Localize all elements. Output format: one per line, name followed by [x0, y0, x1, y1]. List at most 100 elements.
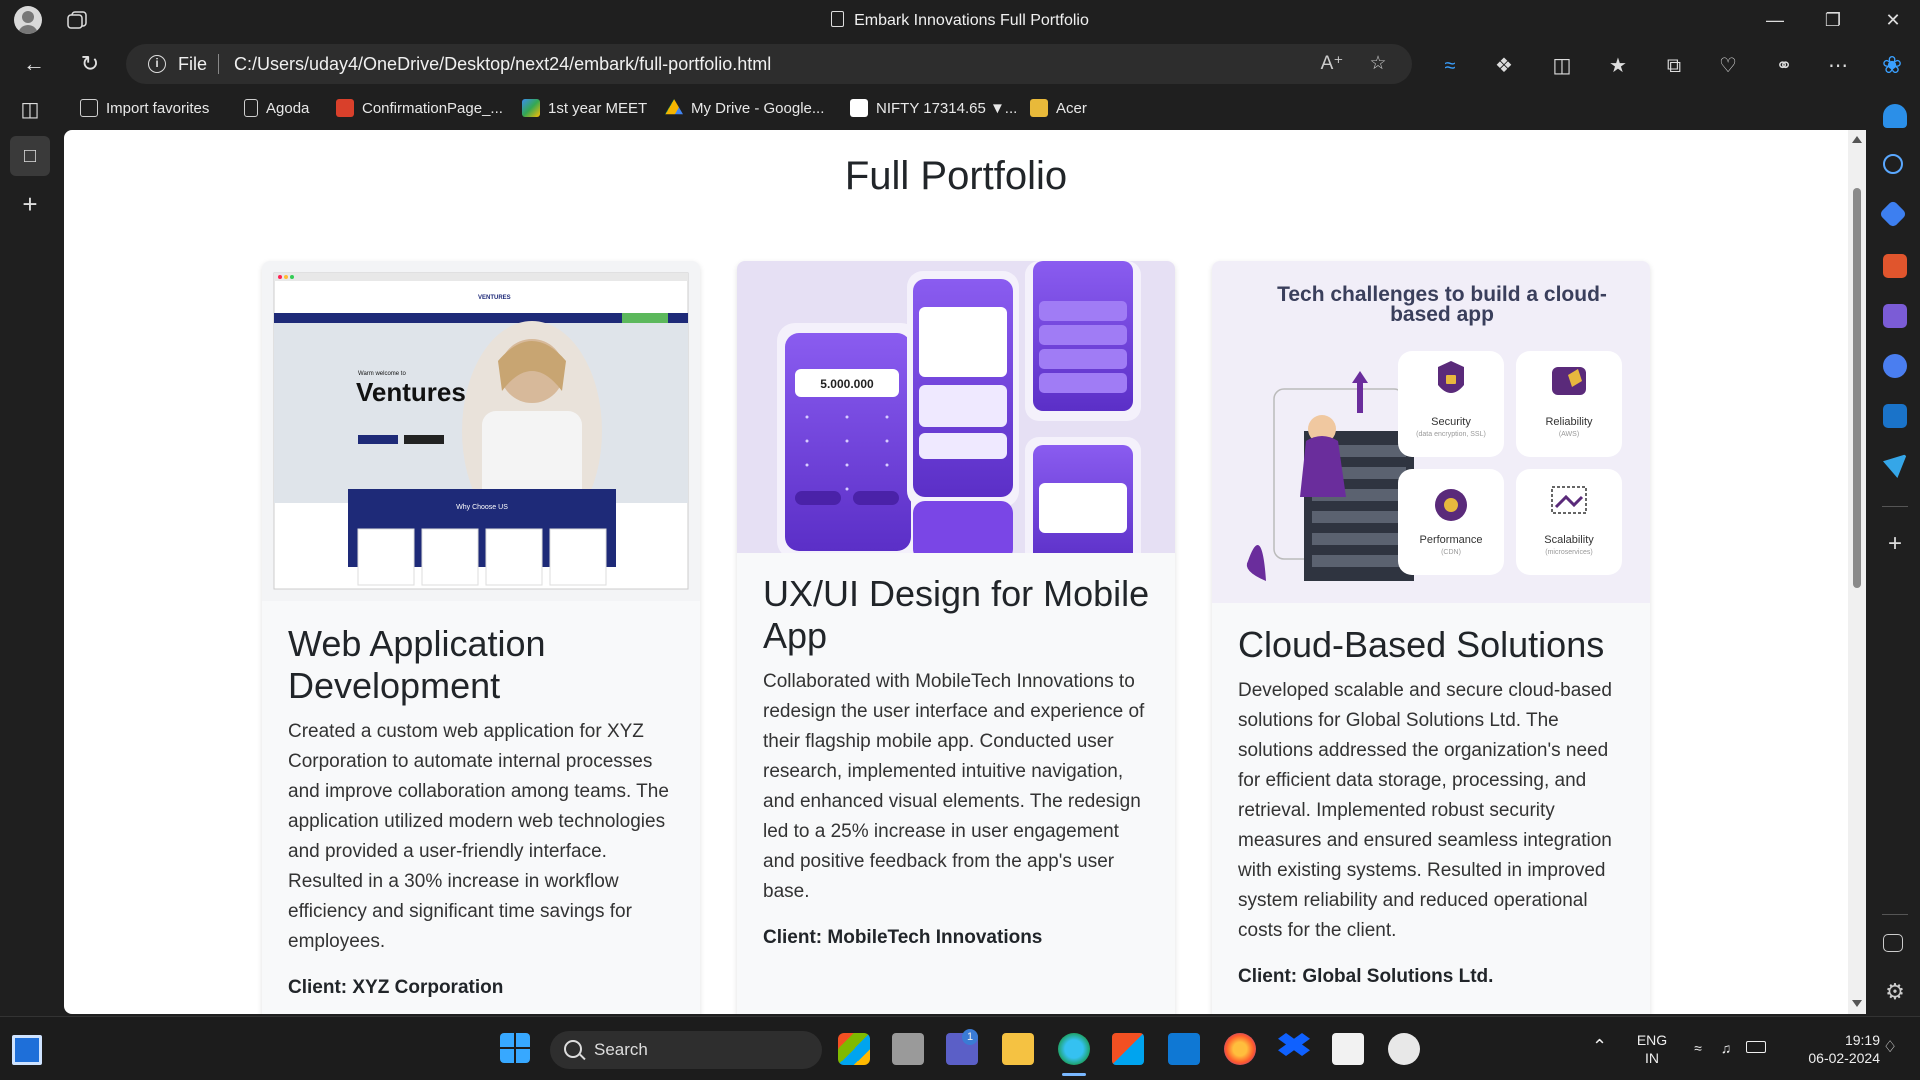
- window-title-text: Embark Innovations Full Portfolio: [854, 12, 1089, 29]
- amazon-icon[interactable]: [1332, 1033, 1364, 1065]
- image-section-text: Why Choose US: [456, 504, 508, 511]
- tab-actions-icon[interactable]: ◫: [18, 98, 42, 122]
- maximize-button[interactable]: ❐: [1810, 6, 1856, 34]
- widgets-icon[interactable]: [12, 1035, 42, 1065]
- taskbar-search-box[interactable]: Search: [550, 1031, 822, 1069]
- favorite-import[interactable]: Import favorites: [80, 97, 209, 119]
- clock-time: 19:19: [1844, 1032, 1880, 1048]
- tile-security-label: Security: [1431, 416, 1471, 428]
- send-icon[interactable]: [1883, 454, 1907, 478]
- notification-bell-icon[interactable]: ♢: [1880, 1039, 1900, 1057]
- portfolio-card-uxui: 5.000.000 UX/UI Design for Mobile App Co…: [737, 261, 1175, 1014]
- favorites-bar: Import favorites Agoda ConfirmationPage_…: [60, 88, 1880, 128]
- sidebar-toggle-icon[interactable]: [1883, 934, 1903, 952]
- cloud-challenges-image: Tech challenges to build a cloud-based a…: [1212, 261, 1650, 603]
- search-icon: [564, 1040, 582, 1058]
- card-title: UX/UI Design for Mobile App: [763, 573, 1150, 656]
- show-hidden-icons-chevron-icon[interactable]: ⌃: [1592, 1037, 1607, 1055]
- copilot-preview-icon[interactable]: [838, 1033, 870, 1065]
- search-icon[interactable]: [1883, 154, 1903, 174]
- favorite-label: 1st year MEET: [548, 99, 648, 117]
- clock[interactable]: 19:19 06-02-2024: [1770, 1031, 1880, 1067]
- favorite-drive[interactable]: My Drive - Google...: [665, 97, 824, 119]
- notifications-icon[interactable]: [1883, 104, 1907, 128]
- image-headline-text: Ventures: [356, 377, 466, 407]
- share-icon[interactable]: ⚭: [1770, 52, 1798, 80]
- search-label: Search: [594, 1040, 648, 1059]
- microsoft-store-icon[interactable]: [1112, 1033, 1144, 1065]
- split-screen-icon[interactable]: ◫: [1548, 52, 1576, 80]
- page-viewport: Full Portfolio VENTURES Warm welcome to …: [64, 130, 1866, 1014]
- navigation-bar: ← ↻ i File C:/Users/uday4/OneDrive/Deskt…: [0, 40, 1920, 88]
- url-text[interactable]: C:/Users/uday4/OneDrive/Desktop/next24/e…: [234, 54, 771, 75]
- tools-icon[interactable]: [1883, 254, 1907, 278]
- more-menu-icon[interactable]: ⋯: [1824, 52, 1852, 80]
- sidebar-divider: [1882, 506, 1908, 507]
- favorite-label: Acer: [1056, 99, 1087, 117]
- card-description: Collaborated with MobileTech Innovations…: [763, 671, 1145, 902]
- favorite-agoda[interactable]: Agoda: [244, 97, 309, 119]
- volume-icon[interactable]: ♫: [1716, 1039, 1736, 1057]
- copilot-sidebar-icon[interactable]: [1883, 354, 1907, 378]
- windows-taskbar: Search 1 ⌃ ENG IN ≈ ♫ 19:19 06-02-2024 ♢: [0, 1016, 1920, 1080]
- favorite-acer[interactable]: Acer: [1030, 97, 1087, 119]
- edge-icon[interactable]: [1058, 1033, 1090, 1065]
- clock-date: 06-02-2024: [1808, 1050, 1880, 1066]
- wifi-icon[interactable]: ≈: [1688, 1039, 1708, 1057]
- title-bar: Embark Innovations Full Portfolio — ❐ ✕: [0, 0, 1920, 40]
- scroll-up-arrow-icon[interactable]: [1852, 136, 1862, 143]
- read-aloud-icon[interactable]: A⁺: [1320, 52, 1344, 76]
- scroll-down-arrow-icon[interactable]: [1852, 1000, 1862, 1007]
- shopping-tag-icon[interactable]: [1878, 199, 1908, 229]
- new-tab-icon[interactable]: +: [18, 191, 42, 217]
- info-icon[interactable]: i: [148, 55, 166, 73]
- games-icon[interactable]: [1883, 304, 1907, 328]
- favorites-icon[interactable]: ★: [1604, 52, 1632, 80]
- firefox-icon[interactable]: [1224, 1033, 1256, 1065]
- page-scrollbar[interactable]: [1848, 130, 1866, 1014]
- image-brand-text: VENTURES: [478, 295, 511, 301]
- window-title: Embark Innovations Full Portfolio: [0, 11, 1920, 30]
- favorite-meet[interactable]: 1st year MEET: [522, 97, 647, 119]
- favorite-star-icon[interactable]: ☆: [1366, 52, 1390, 76]
- minimize-button[interactable]: —: [1752, 6, 1798, 34]
- dropbox-icon[interactable]: [1278, 1033, 1310, 1057]
- favorite-label: My Drive - Google...: [691, 99, 825, 117]
- region-text: IN: [1645, 1050, 1659, 1066]
- favorite-label: Import favorites: [106, 99, 210, 117]
- task-view-icon[interactable]: [892, 1033, 924, 1065]
- start-windows-icon[interactable]: [500, 1033, 530, 1063]
- refresh-icon[interactable]: ↻: [72, 48, 108, 80]
- tradingview-icon: [850, 99, 868, 117]
- language-indicator[interactable]: ENG IN: [1630, 1031, 1674, 1067]
- image-amount-text: 5.000.000: [820, 377, 874, 391]
- address-bar[interactable]: i File C:/Users/uday4/OneDrive/Desktop/n…: [126, 44, 1412, 84]
- favorite-confirmation[interactable]: ConfirmationPage_...: [336, 97, 503, 119]
- settings-gear-icon[interactable]: ⚙: [1883, 980, 1907, 1004]
- mail-icon[interactable]: [1168, 1033, 1200, 1065]
- outlook-icon[interactable]: [1883, 404, 1907, 428]
- extension-icon[interactable]: ≈: [1436, 52, 1464, 80]
- browser-essentials-icon[interactable]: ♡: [1714, 52, 1742, 80]
- collections-icon[interactable]: ⧉: [1660, 52, 1688, 80]
- card-title: Cloud-Based Solutions: [1238, 624, 1605, 665]
- image-headline-text: Tech challenges to build a cloud-based a…: [1277, 285, 1607, 326]
- close-button[interactable]: ✕: [1870, 6, 1916, 34]
- folder-icon: [1030, 99, 1048, 117]
- battery-icon[interactable]: [1746, 1041, 1766, 1053]
- document-icon: [831, 11, 845, 27]
- extensions-puzzle-icon[interactable]: ❖: [1490, 52, 1518, 80]
- back-icon[interactable]: ←: [16, 48, 52, 80]
- card-title: Web Application Development: [288, 623, 546, 706]
- vertical-tabs-strip: ◫ □ +: [0, 88, 60, 1016]
- page-tab-icon[interactable]: □: [18, 144, 42, 168]
- portfolio-card-cloud: Tech challenges to build a cloud-based a…: [1212, 261, 1650, 1014]
- messenger-icon[interactable]: [1388, 1033, 1420, 1065]
- add-sidebar-app-icon[interactable]: +: [1883, 532, 1907, 556]
- scrollbar-thumb[interactable]: [1853, 188, 1861, 588]
- favorite-nifty[interactable]: NIFTY 17314.65 ▼...: [850, 97, 1017, 119]
- card-body: UX/UI Design for Mobile App Collaborated…: [763, 573, 1153, 949]
- pdf-icon: [336, 99, 354, 117]
- file-explorer-icon[interactable]: [1002, 1033, 1034, 1065]
- edge-active-indicator: [1062, 1073, 1086, 1076]
